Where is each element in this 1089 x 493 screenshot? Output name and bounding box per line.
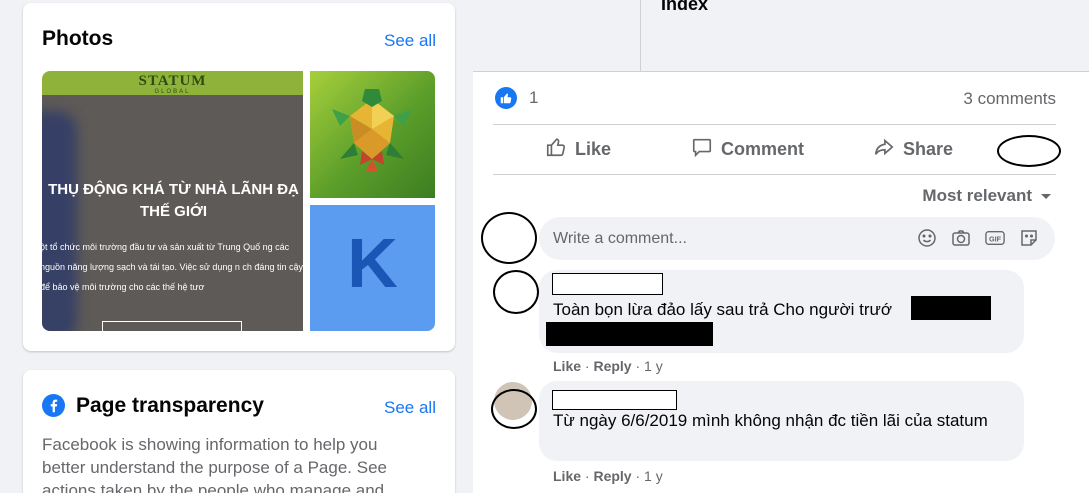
facebook-icon [42, 394, 65, 422]
redaction-block-1b [546, 322, 713, 346]
post-panel: Index 1 3 comments Like Comment Share Mo… [473, 0, 1089, 493]
comment-time-1[interactable]: 1 y [644, 358, 663, 374]
like-reaction-icon [495, 87, 517, 109]
divider-bottom [493, 174, 1056, 175]
comment-meta-1: Like · Reply · 1 y [553, 358, 663, 374]
redaction-oval-share [997, 135, 1061, 167]
comment-tools: GIF [917, 228, 1039, 248]
photo-body-text: ột tổ chức môi trường đầu tư và sản xuất… [42, 242, 303, 292]
comment-bubble-1: Toàn bọn lừa đảo lấy sau trả Cho người t… [539, 270, 1024, 353]
comment-bubble-icon [691, 136, 713, 163]
comment-time-2[interactable]: 1 y [644, 468, 663, 484]
page-transparency-card: Page transparency See all Facebook is sh… [23, 370, 455, 493]
post-action-bar: Like Comment Share [493, 126, 1056, 174]
caret-down-icon [1040, 186, 1052, 206]
photo-k-logo[interactable]: K [310, 205, 435, 331]
comment-button[interactable]: Comment [691, 126, 804, 172]
transparency-description: Facebook is showing information to help … [42, 435, 387, 493]
turtle-icon [332, 89, 412, 171]
transparency-see-all-link[interactable]: See all [384, 398, 436, 418]
comment-like-link-2[interactable]: Like [553, 468, 581, 484]
sticker-icon[interactable] [1019, 228, 1039, 248]
photos-see-all-link[interactable]: See all [384, 31, 436, 51]
comment-label: Comment [721, 138, 805, 159]
share-button[interactable]: Share [873, 126, 953, 172]
page-transparency-title: Page transparency [76, 394, 264, 417]
divider-top [493, 124, 1056, 125]
comment-count-link[interactable]: 3 comments [963, 89, 1056, 109]
photo-brand-sub: GLOBAL [154, 89, 191, 95]
camera-icon[interactable] [951, 228, 971, 248]
k-letter: K [347, 224, 398, 302]
photos-title: Photos [42, 27, 114, 50]
sort-label: Most relevant [922, 186, 1032, 205]
share-arrow-icon [873, 136, 895, 163]
link-preview-title: Index [661, 0, 709, 14]
svg-text:GIF: GIF [989, 235, 1002, 244]
commenter-name-redacted-1[interactable] [552, 273, 663, 295]
photo-headline: THỤ ĐỘNG KHÁ TỪ NHÀ LÃNH ĐẠ THẾ GIỚI [48, 181, 299, 220]
commenter-avatar-2[interactable] [491, 389, 537, 429]
comment-meta-2: Like · Reply · 1 y [553, 468, 663, 484]
photo-statum[interactable]: STATUM GLOBAL THỤ ĐỘNG KHÁ TỪ NHÀ LÃNH Đ… [42, 71, 303, 331]
comment-reply-link-2[interactable]: Reply [593, 468, 631, 484]
link-preview[interactable]: Index [473, 0, 1089, 72]
photo-turtle-logo[interactable] [310, 71, 435, 198]
emoji-icon[interactable] [917, 228, 937, 248]
commenter-avatar-1[interactable] [493, 270, 539, 314]
reaction-count: 1 [529, 88, 539, 107]
thumbs-up-icon [545, 136, 567, 163]
like-label: Like [575, 138, 612, 159]
comment-text-2: Từ ngày 6/6/2019 mình không nhận đc tiền… [553, 411, 988, 430]
photos-card: Photos See all STATUM GLOBAL THỤ ĐỘNG KH… [23, 3, 455, 351]
photo-button-outline [102, 321, 242, 331]
commenter-name-redacted-2[interactable] [552, 390, 677, 410]
write-comment-input[interactable] [553, 217, 903, 260]
gif-icon[interactable]: GIF [985, 228, 1005, 248]
link-preview-divider [640, 0, 641, 72]
current-user-avatar[interactable] [481, 212, 537, 264]
redaction-block-1a [911, 296, 991, 320]
sort-comments-dropdown[interactable]: Most relevant [922, 186, 1052, 206]
comment-like-link-1[interactable]: Like [553, 358, 581, 374]
write-comment-box[interactable]: GIF [539, 217, 1055, 260]
like-button[interactable]: Like [545, 126, 611, 172]
share-label: Share [903, 138, 954, 159]
comment-reply-link-1[interactable]: Reply [593, 358, 631, 374]
reaction-summary[interactable]: 1 [495, 87, 538, 109]
photo-brand: STATUM [138, 73, 207, 89]
comment-bubble-2: Từ ngày 6/6/2019 mình không nhận đc tiền… [539, 381, 1024, 461]
